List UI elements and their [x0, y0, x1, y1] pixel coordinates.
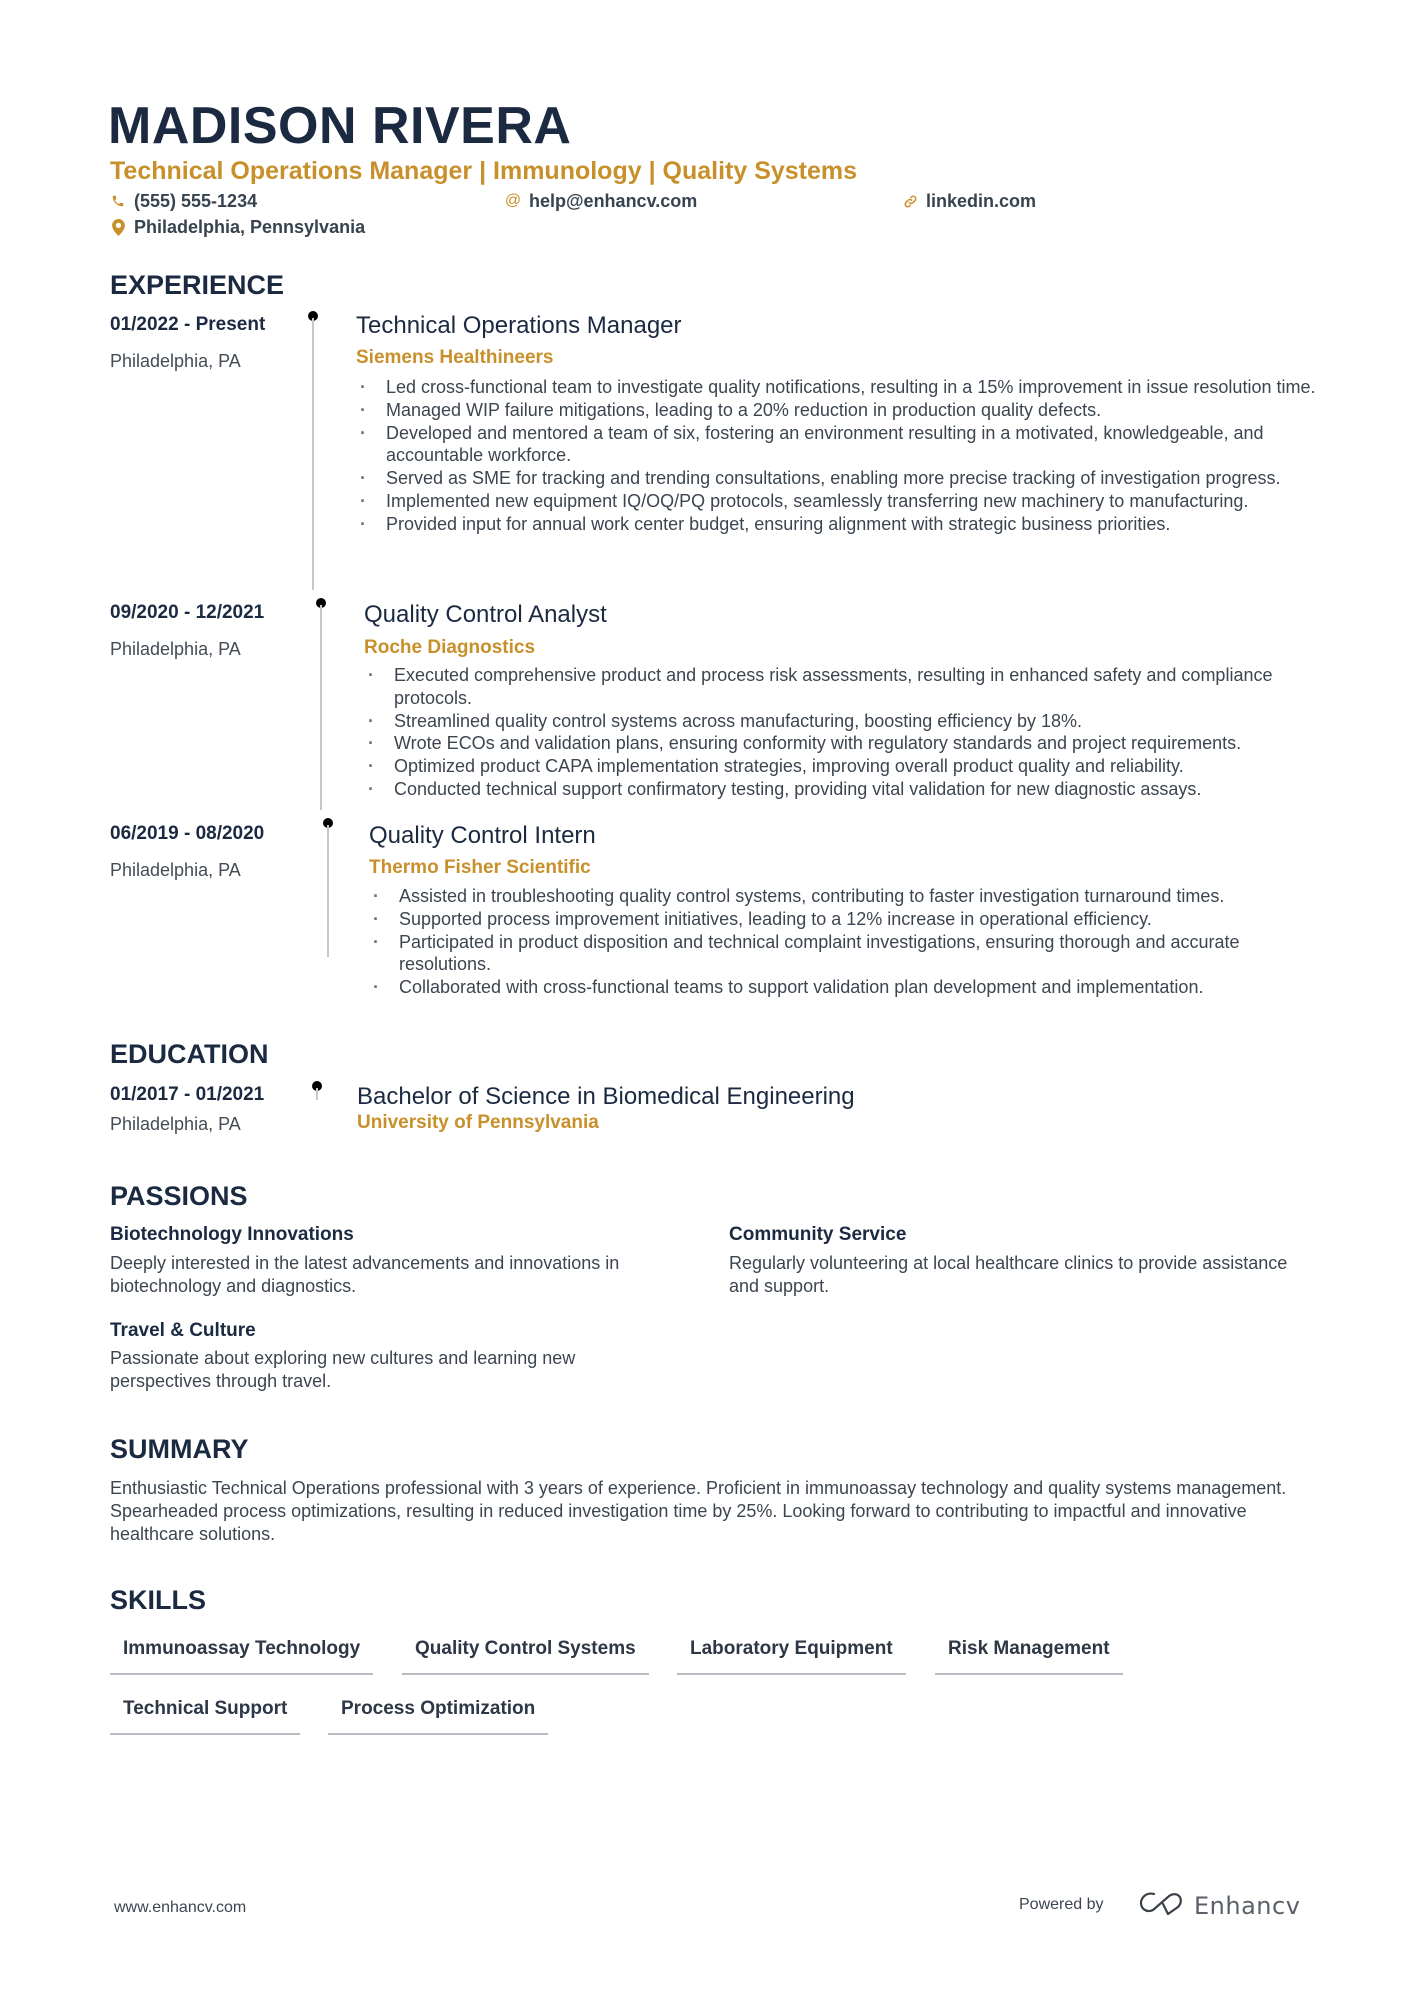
job-date: 06/2019 - 08/2020	[110, 823, 265, 844]
bullet-item: Optimized product CAPA implementation st…	[366, 755, 1316, 778]
candidate-name: MADISON RIVERA	[108, 97, 572, 155]
company-name: Thermo Fisher Scientific	[369, 857, 591, 878]
powered-by-label: Powered by	[1019, 1896, 1104, 1913]
candidate-headline: Technical Operations Manager | Immunolog…	[110, 157, 858, 185]
bullet-item: Wrote ECOs and validation plans, ensurin…	[366, 732, 1316, 755]
job-bullets: Led cross-functional team to investigate…	[358, 376, 1318, 536]
degree-title: Bachelor of Science in Biomedical Engine…	[357, 1083, 855, 1110]
contact-email[interactable]: @ help@enhancv.com	[505, 190, 697, 212]
skill-tag: Quality Control Systems	[402, 1637, 649, 1675]
location-text: Philadelphia, Pennsylvania	[134, 217, 366, 237]
passion-title: Community Service	[729, 1224, 907, 1245]
email-text[interactable]: help@enhancv.com	[529, 190, 697, 212]
job-bullets: Executed comprehensive product and proce…	[366, 664, 1316, 801]
timeline-line	[312, 318, 314, 590]
bullet-item: Executed comprehensive product and proce…	[366, 664, 1316, 710]
at-icon: @	[504, 192, 522, 209]
company-name: Roche Diagnostics	[364, 637, 536, 658]
bullet-item: Provided input for annual work center bu…	[358, 513, 1318, 536]
job-date: 01/2022 - Present	[110, 314, 266, 335]
bullet-item: Assisted in troubleshooting quality cont…	[371, 885, 1316, 908]
job-title: Quality Control Analyst	[364, 601, 607, 628]
job-location: Philadelphia, PA	[110, 860, 241, 880]
bullet-item: Supported process improvement initiative…	[371, 908, 1316, 931]
passions-heading: PASSIONS	[110, 1181, 248, 1211]
enhancv-logo[interactable]: Enhancv	[1138, 1890, 1300, 1921]
enhancv-logo-icon	[1138, 1890, 1186, 1921]
bullet-item: Collaborated with cross-functional teams…	[371, 976, 1316, 999]
school-name: University of Pennsylvania	[357, 1112, 599, 1133]
skill-tag: Immunoassay Technology	[110, 1637, 374, 1675]
company-name: Siemens Healthineers	[356, 347, 554, 368]
phone-text: (555) 555-1234	[134, 191, 258, 211]
contact-phone: (555) 555-1234	[110, 190, 257, 212]
education-heading: EDUCATION	[110, 1039, 269, 1069]
job-location: Philadelphia, PA	[110, 639, 241, 659]
passion-description: Deeply interested in the latest advancem…	[110, 1253, 620, 1296]
job-title: Quality Control Intern	[369, 822, 596, 849]
timeline-line	[320, 605, 322, 810]
bullet-item: Managed WIP failure mitigations, leading…	[358, 399, 1318, 422]
passion-title: Biotechnology Innovations	[110, 1224, 354, 1245]
contact-location: Philadelphia, Pennsylvania	[110, 216, 365, 238]
bullet-item: Served as SME for tracking and trending …	[358, 467, 1318, 490]
timeline-line	[316, 1088, 318, 1100]
link-icon	[902, 192, 918, 210]
education-date: 01/2017 - 01/2021	[110, 1084, 265, 1105]
skill-tag: Technical Support	[110, 1697, 301, 1735]
job-location: Philadelphia, PA	[110, 351, 241, 371]
skill-tag: Risk Management	[935, 1637, 1123, 1675]
bullet-item: Streamlined quality control systems acro…	[366, 710, 1316, 733]
phone-icon	[110, 192, 126, 210]
enhancv-logo-text: Enhancv	[1194, 1891, 1301, 1920]
bullet-item: Developed and mentored a team of six, fo…	[358, 422, 1318, 468]
linkedin-text[interactable]: linkedin.com	[926, 190, 1036, 212]
summary-heading: SUMMARY	[110, 1434, 249, 1464]
timeline-line	[327, 825, 329, 957]
map-pin-icon	[110, 218, 126, 236]
bullet-item: Led cross-functional team to investigate…	[358, 376, 1318, 399]
experience-heading: EXPERIENCE	[110, 270, 285, 300]
job-title: Technical Operations Manager	[356, 312, 682, 339]
passion-title: Travel & Culture	[110, 1320, 256, 1341]
contact-linkedin[interactable]: linkedin.com	[902, 190, 1036, 212]
job-bullets: Assisted in troubleshooting quality cont…	[371, 885, 1316, 999]
job-date: 09/2020 - 12/2021	[110, 602, 265, 623]
summary-text: Enthusiastic Technical Operations profes…	[110, 1478, 1287, 1544]
skill-tag: Process Optimization	[328, 1697, 549, 1735]
passion-description: Passionate about exploring new cultures …	[110, 1348, 576, 1391]
bullet-item: Implemented new equipment IQ/OQ/PQ proto…	[358, 490, 1318, 513]
skills-heading: SKILLS	[110, 1585, 207, 1615]
skill-tag: Laboratory Equipment	[677, 1637, 906, 1675]
bullet-item: Participated in product disposition and …	[371, 931, 1316, 977]
bullet-item: Conducted technical support confirmatory…	[366, 778, 1316, 801]
education-location: Philadelphia, PA	[110, 1114, 241, 1134]
passion-description: Regularly volunteering at local healthca…	[729, 1253, 1288, 1296]
footer-website-link[interactable]: www.enhancv.com	[114, 1899, 246, 1917]
